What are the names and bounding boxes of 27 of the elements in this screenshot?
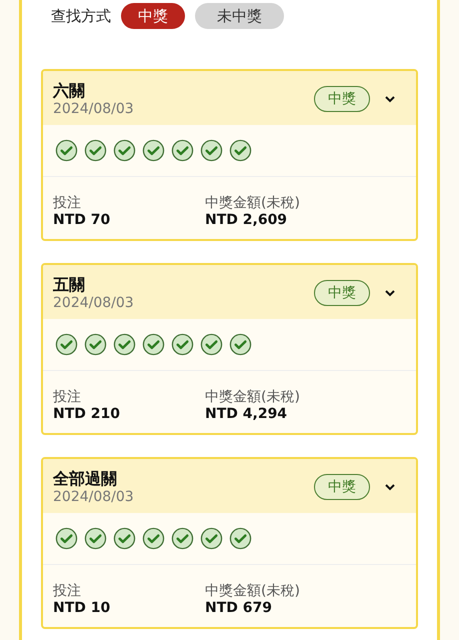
ticket-date: 2024/08/03 [53, 488, 135, 506]
status-badge: 中獎 [314, 474, 370, 500]
status-badge: 中獎 [314, 280, 370, 306]
prize-label: 中獎金額(未稅) [205, 195, 301, 212]
ticket-date: 2024/08/03 [53, 100, 135, 118]
filter-option[interactable]: 中獎 [121, 3, 185, 29]
stake-label: 投注 [53, 583, 82, 600]
status-badge: 中獎 [314, 86, 370, 112]
stake-value: NTD 10 [53, 600, 112, 617]
prize-label: 中獎金額(未稅) [205, 389, 301, 406]
filter-label: 查找方式 [51, 6, 111, 26]
stake-value: NTD 210 [53, 406, 121, 423]
prize-value: NTD 679 [205, 600, 273, 617]
stake-label: 投注 [53, 389, 82, 406]
chevron-down-icon[interactable] [384, 289, 396, 297]
chevron-down-icon[interactable] [384, 95, 396, 103]
ticket-date: 2024/08/03 [53, 294, 135, 312]
filter-option[interactable]: 未中獎 [195, 3, 284, 29]
prize-label: 中獎金額(未稅) [205, 583, 301, 600]
ticket-title: 六關 [53, 80, 86, 100]
chevron-down-icon[interactable] [384, 483, 396, 491]
prize-value: NTD 2,609 [205, 212, 288, 229]
prize-value: NTD 4,294 [205, 406, 288, 423]
stake-value: NTD 70 [53, 212, 112, 229]
ticket-title: 五關 [53, 274, 86, 294]
ticket-title: 全部過關 [53, 468, 118, 488]
stake-label: 投注 [53, 195, 82, 212]
